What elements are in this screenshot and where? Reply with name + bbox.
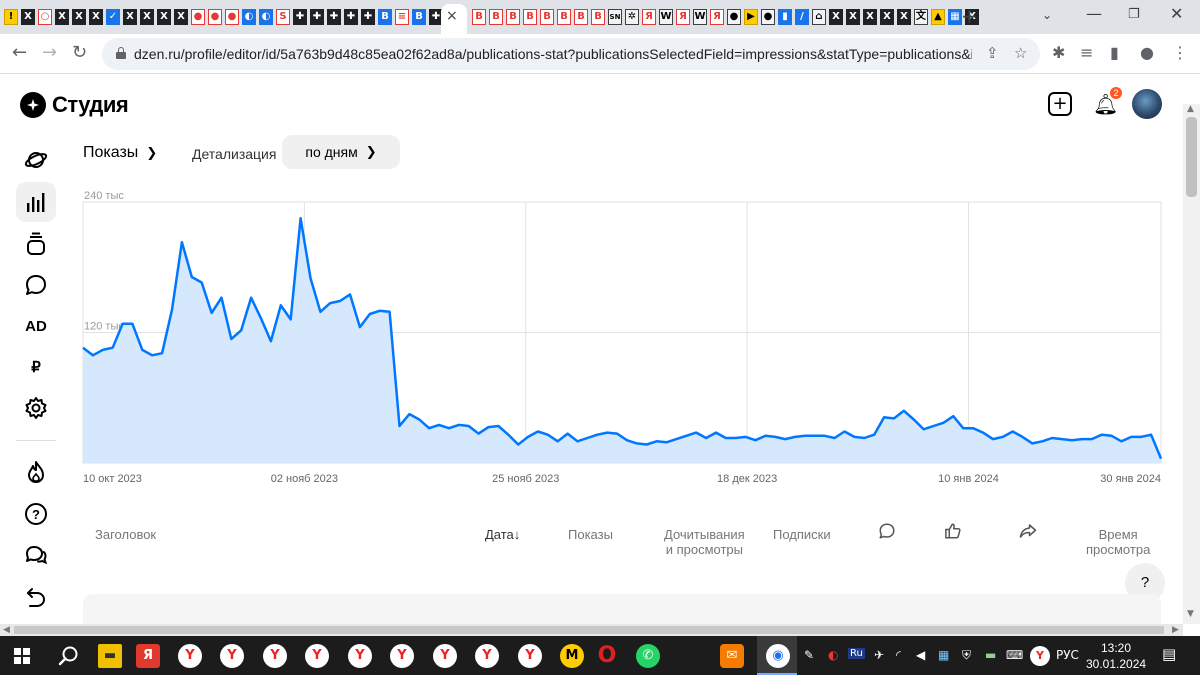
header-label: Дата	[485, 527, 514, 542]
tray-app-icon[interactable]: ✈	[874, 648, 884, 662]
sidebar-item-help[interactable]: ?	[16, 494, 56, 534]
volume-icon[interactable]: ◀︎	[916, 648, 925, 662]
keyboard-icon[interactable]: ⌨	[1006, 648, 1023, 662]
yandex-app-icon[interactable]: Y	[263, 644, 287, 668]
horizontal-scroll-thumb[interactable]	[14, 626, 1164, 634]
windows-start-icon[interactable]	[14, 648, 30, 664]
column-header-reads[interactable]: Дочитывания и просмотры	[664, 527, 745, 557]
scroll-up-arrow-icon[interactable]: ▲	[1187, 104, 1194, 114]
header-label: Показы	[568, 527, 613, 542]
yandex-app-icon[interactable]: Y	[178, 644, 202, 668]
header-label: Дочитывания	[664, 527, 745, 542]
security-icon[interactable]: ⛨	[962, 648, 971, 663]
yandex-app-icon[interactable]: Y	[220, 644, 244, 668]
return-arrow-icon	[27, 588, 46, 607]
header-label: Время	[1098, 527, 1138, 542]
chat-bubbles-icon	[26, 546, 48, 565]
impressions-chart: 240 тыс120 тыс010 окт 202302 нояб 202325…	[82, 190, 1163, 485]
search-icon[interactable]	[58, 645, 80, 667]
taskbar-clock[interactable]: 13:20 30.01.2024	[1086, 640, 1146, 672]
windows-taskbar: ▬ Я Y Y Y Y Y Y Y Y Y M O ✆ ✉ ◉ ✎ ◐ Ru ✈…	[0, 636, 1200, 675]
yandex-app-icon[interactable]: Y	[433, 644, 457, 668]
pen-icon[interactable]: ✎	[804, 648, 814, 662]
tray-app-icon[interactable]: ◐	[828, 648, 838, 662]
x-tick-label: 30 янв 2024	[1100, 473, 1161, 485]
column-header-impressions[interactable]: Показы	[568, 527, 613, 542]
like-icon[interactable]	[944, 522, 962, 544]
yandex-tray-icon[interactable]: Y	[1030, 646, 1050, 666]
question-circle-icon: ?	[25, 503, 47, 525]
notification-center-icon[interactable]: ▤	[1162, 645, 1176, 663]
scroll-down-arrow-icon[interactable]: ▼	[1187, 609, 1194, 619]
file-explorer-icon[interactable]: ▬	[98, 644, 122, 668]
opera-icon[interactable]: O	[595, 644, 619, 668]
header-label: Заголовок	[95, 527, 157, 542]
yandex-app-icon[interactable]: Y	[390, 644, 414, 668]
sidebar-item-old-version[interactable]	[16, 577, 56, 617]
clock-time: 13:20	[1100, 641, 1132, 655]
x-tick-label: 02 нояб 2023	[271, 473, 338, 485]
wifi-icon[interactable]: ◜	[896, 648, 901, 662]
ru-tray-icon[interactable]: Ru	[848, 648, 865, 659]
yandex-browser-icon[interactable]: Я	[136, 644, 160, 668]
whatsapp-icon[interactable]: ✆	[636, 644, 660, 668]
scroll-thumb[interactable]	[1186, 117, 1197, 197]
yandex-market-icon[interactable]: M	[560, 644, 584, 668]
x-tick-label: 10 окт 2023	[83, 473, 142, 485]
scroll-right-arrow-icon[interactable]: ▶	[1172, 625, 1179, 635]
svg-text:?: ?	[32, 507, 40, 522]
column-header-title[interactable]: Заголовок	[95, 527, 156, 542]
clock-date: 30.01.2024	[1086, 657, 1147, 671]
language-indicator[interactable]: РУС	[1056, 648, 1079, 662]
x-tick-label: 10 янв 2024	[938, 473, 999, 485]
yandex-app-icon[interactable]: Y	[518, 644, 542, 668]
yandex-app-icon[interactable]: Y	[305, 644, 329, 668]
y-tick-label: 120 тыс	[84, 321, 124, 333]
sidebar-item-support-chat[interactable]	[16, 535, 56, 575]
x-tick-label: 18 дек 2023	[717, 473, 777, 485]
header-label-line2: просмотра	[1086, 542, 1151, 557]
table-row[interactable]	[83, 594, 1161, 624]
x-tick-label: 25 нояб 2023	[492, 473, 559, 485]
mail-icon[interactable]: ✉	[720, 644, 744, 668]
scroll-left-arrow-icon[interactable]: ◀	[3, 625, 10, 635]
header-label-line2: и просмотры	[665, 542, 743, 557]
y-tick-label: 240 тыс	[84, 190, 124, 202]
column-header-date[interactable]: Дата↓	[485, 527, 520, 542]
comment-icon[interactable]	[878, 522, 896, 544]
yandex-app-icon[interactable]: Y	[348, 644, 372, 668]
chrome-icon[interactable]: ◉	[766, 644, 790, 668]
column-header-watch-time[interactable]: Время просмотра	[1086, 527, 1150, 557]
header-label: Подписки	[773, 527, 831, 542]
network-icon[interactable]: ▦	[938, 648, 949, 662]
share-icon[interactable]	[1019, 522, 1037, 544]
sort-arrow-icon: ↓	[513, 527, 521, 542]
column-header-subscriptions[interactable]: Подписки	[773, 527, 831, 542]
impressions-area	[83, 218, 1161, 463]
yandex-app-icon[interactable]: Y	[475, 644, 499, 668]
battery-icon[interactable]: ▬	[985, 648, 996, 662]
